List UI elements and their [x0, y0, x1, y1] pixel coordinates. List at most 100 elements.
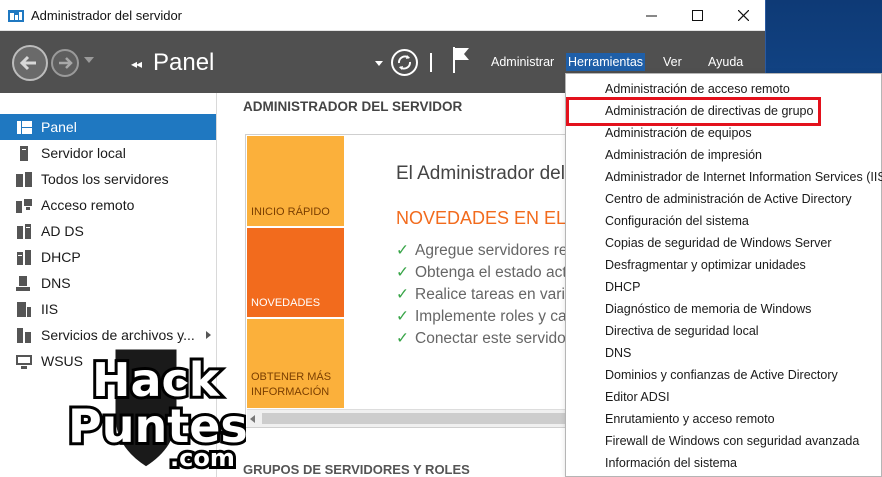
- title-bar: Administrador del servidor: [0, 0, 765, 31]
- dns-icon: [16, 275, 32, 291]
- menu-item-equipos[interactable]: Administración de equipos: [605, 126, 752, 140]
- check-icon: ✓: [396, 330, 409, 347]
- menu-item-copias-seguridad[interactable]: Copias de seguridad de Windows Server: [605, 236, 832, 250]
- sidebar-item-label: Servicios de archivos y...: [41, 327, 195, 343]
- breadcrumb: Panel: [153, 49, 215, 76]
- menu-item-impresion[interactable]: Administración de impresión: [605, 148, 762, 162]
- minimize-icon: [645, 15, 657, 17]
- welcome-panel: INICIO RÁPIDO NOVEDADES OBTENER MÁS INFO…: [245, 134, 595, 428]
- task-label: Agregue servidores re: [415, 242, 568, 259]
- sidebar-item-todos-los-servidores[interactable]: Todos los servidores: [0, 166, 216, 192]
- herramientas-dropdown-menu: Administración de acceso remoto Administ…: [565, 73, 882, 477]
- task-link[interactable]: ✓ Obtenga el estado act: [396, 263, 567, 282]
- sidebar-item-label: Todos los servidores: [41, 171, 169, 187]
- menu-item-dns[interactable]: DNS: [605, 346, 631, 360]
- minimize-button[interactable]: [628, 0, 674, 31]
- menu-item-diagnostico-memoria[interactable]: Diagnóstico de memoria de Windows: [605, 302, 811, 316]
- page-title: ADMINISTRADOR DEL SERVIDOR: [243, 99, 463, 114]
- task-label: Obtenga el estado act: [415, 264, 567, 281]
- menu-item-iis[interactable]: Administrador de Internet Information Se…: [605, 170, 882, 184]
- sidebar-item-iis[interactable]: IIS: [0, 296, 216, 322]
- hackpuntes-watermark-logo: Hack Puntes .com: [66, 346, 246, 472]
- iis-icon: [16, 301, 32, 317]
- server-icon: [16, 145, 32, 161]
- toolbar-separator: [430, 53, 432, 72]
- sidebar-item-ad-ds[interactable]: AD DS: [0, 218, 216, 244]
- menu-item-desfragmentar[interactable]: Desfragmentar y optimizar unidades: [605, 258, 806, 272]
- task-label: Implemente roles y ca: [415, 308, 567, 325]
- refresh-dropdown[interactable]: [375, 61, 383, 66]
- sidebar-item-label: Servidor local: [41, 145, 126, 161]
- sidebar-item-label: Acceso remoto: [41, 197, 135, 213]
- forward-button[interactable]: [51, 49, 79, 77]
- sidebar-item-label: DHCP: [41, 249, 81, 265]
- tile-inicio-rapido[interactable]: INICIO RÁPIDO: [247, 136, 344, 226]
- menu-item-directivas-de-grupo[interactable]: Administración de directivas de grupo: [605, 104, 813, 118]
- refresh-button[interactable]: [391, 49, 418, 76]
- notifications-flag-icon[interactable]: [451, 46, 471, 74]
- ad-ds-icon: [16, 223, 32, 239]
- task-label: Conectar este servidor: [415, 330, 571, 347]
- sidebar-item-dhcp[interactable]: DHCP: [0, 244, 216, 270]
- task-link[interactable]: ✓ Realice tareas en vario: [396, 285, 574, 304]
- task-link[interactable]: ✓ Implemente roles y ca: [396, 307, 567, 326]
- dashboard-icon: [16, 120, 32, 134]
- scrollbar-thumb[interactable]: [262, 413, 572, 424]
- tile-label: OBTENER MÁS INFORMACIÓN: [251, 371, 332, 398]
- section-heading-groups: GRUPOS DE SERVIDORES Y ROLES: [243, 462, 470, 477]
- check-icon: ✓: [396, 242, 409, 259]
- menu-item-dominios-confianzas[interactable]: Dominios y confianzas de Active Director…: [605, 368, 838, 382]
- sidebar-item-dns[interactable]: DNS: [0, 270, 216, 296]
- menu-item-dhcp[interactable]: DHCP: [605, 280, 640, 294]
- menu-item-editor-adsi[interactable]: Editor ADSI: [605, 390, 670, 404]
- menu-item-configuracion[interactable]: Configuración del sistema: [605, 214, 749, 228]
- remote-access-icon: [16, 198, 32, 213]
- menu-ayuda[interactable]: Ayuda: [708, 55, 743, 69]
- back-button[interactable]: [12, 45, 48, 81]
- arrow-right-icon: [59, 57, 73, 69]
- menu-administrar[interactable]: Administrar: [491, 55, 554, 69]
- arrow-left-icon: [19, 55, 36, 71]
- history-dropdown[interactable]: [84, 57, 94, 63]
- check-icon: ✓: [396, 286, 409, 303]
- tile-novedades[interactable]: NOVEDADES: [247, 228, 344, 317]
- horizontal-scrollbar[interactable]: [247, 409, 595, 427]
- sidebar-item-panel[interactable]: Panel: [0, 114, 216, 140]
- menu-item-firewall[interactable]: Firewall de Windows con seguridad avanza…: [605, 434, 859, 448]
- sidebar-item-servidor-local[interactable]: Servidor local: [0, 140, 216, 166]
- menu-herramientas[interactable]: Herramientas: [566, 53, 646, 71]
- menu-item-centro-ad[interactable]: Centro de administración de Active Direc…: [605, 192, 852, 206]
- chevron-right-icon[interactable]: [206, 331, 211, 339]
- task-label: Realice tareas en vario: [415, 286, 574, 303]
- close-button[interactable]: [720, 0, 765, 31]
- maximize-button[interactable]: [674, 0, 720, 31]
- menu-item-informacion-sistema[interactable]: Información del sistema: [605, 456, 737, 470]
- window-title: Administrador del servidor: [31, 8, 183, 23]
- close-icon: [737, 10, 749, 21]
- tile-obtener-mas-informacion[interactable]: OBTENER MÁS INFORMACIÓN: [247, 319, 344, 408]
- menu-ver[interactable]: Ver: [663, 55, 682, 69]
- scroll-left-icon[interactable]: [250, 415, 255, 423]
- news-heading: NOVEDADES EN EL: [396, 208, 567, 228]
- tile-label: INICIO RÁPIDO: [251, 206, 330, 218]
- servers-icon: [16, 171, 32, 187]
- task-link[interactable]: ✓ Conectar este servidor: [396, 329, 571, 348]
- wsus-icon: [16, 354, 32, 369]
- sidebar-item-label: DNS: [41, 275, 71, 291]
- check-icon: ✓: [396, 308, 409, 325]
- menu-item-enrutamiento[interactable]: Enrutamiento y acceso remoto: [605, 412, 775, 426]
- server-manager-icon: [8, 10, 24, 22]
- tile-label: NOVEDADES: [251, 297, 321, 309]
- welcome-heading: El Administrador del: [396, 163, 565, 184]
- menu-item-acceso-remoto[interactable]: Administración de acceso remoto: [605, 82, 790, 96]
- dhcp-icon: [16, 249, 32, 265]
- file-services-icon: [16, 327, 32, 343]
- menu-item-directiva-local[interactable]: Directiva de seguridad local: [605, 324, 759, 338]
- sidebar-item-acceso-remoto[interactable]: Acceso remoto: [0, 192, 216, 218]
- maximize-icon: [691, 10, 703, 21]
- sidebar-item-label: AD DS: [41, 223, 84, 239]
- check-icon: ✓: [396, 264, 409, 281]
- breadcrumb-arrows-icon: ◂◂: [131, 57, 142, 71]
- task-link[interactable]: ✓ Agregue servidores re: [396, 241, 568, 260]
- sidebar-item-label: IIS: [41, 301, 59, 317]
